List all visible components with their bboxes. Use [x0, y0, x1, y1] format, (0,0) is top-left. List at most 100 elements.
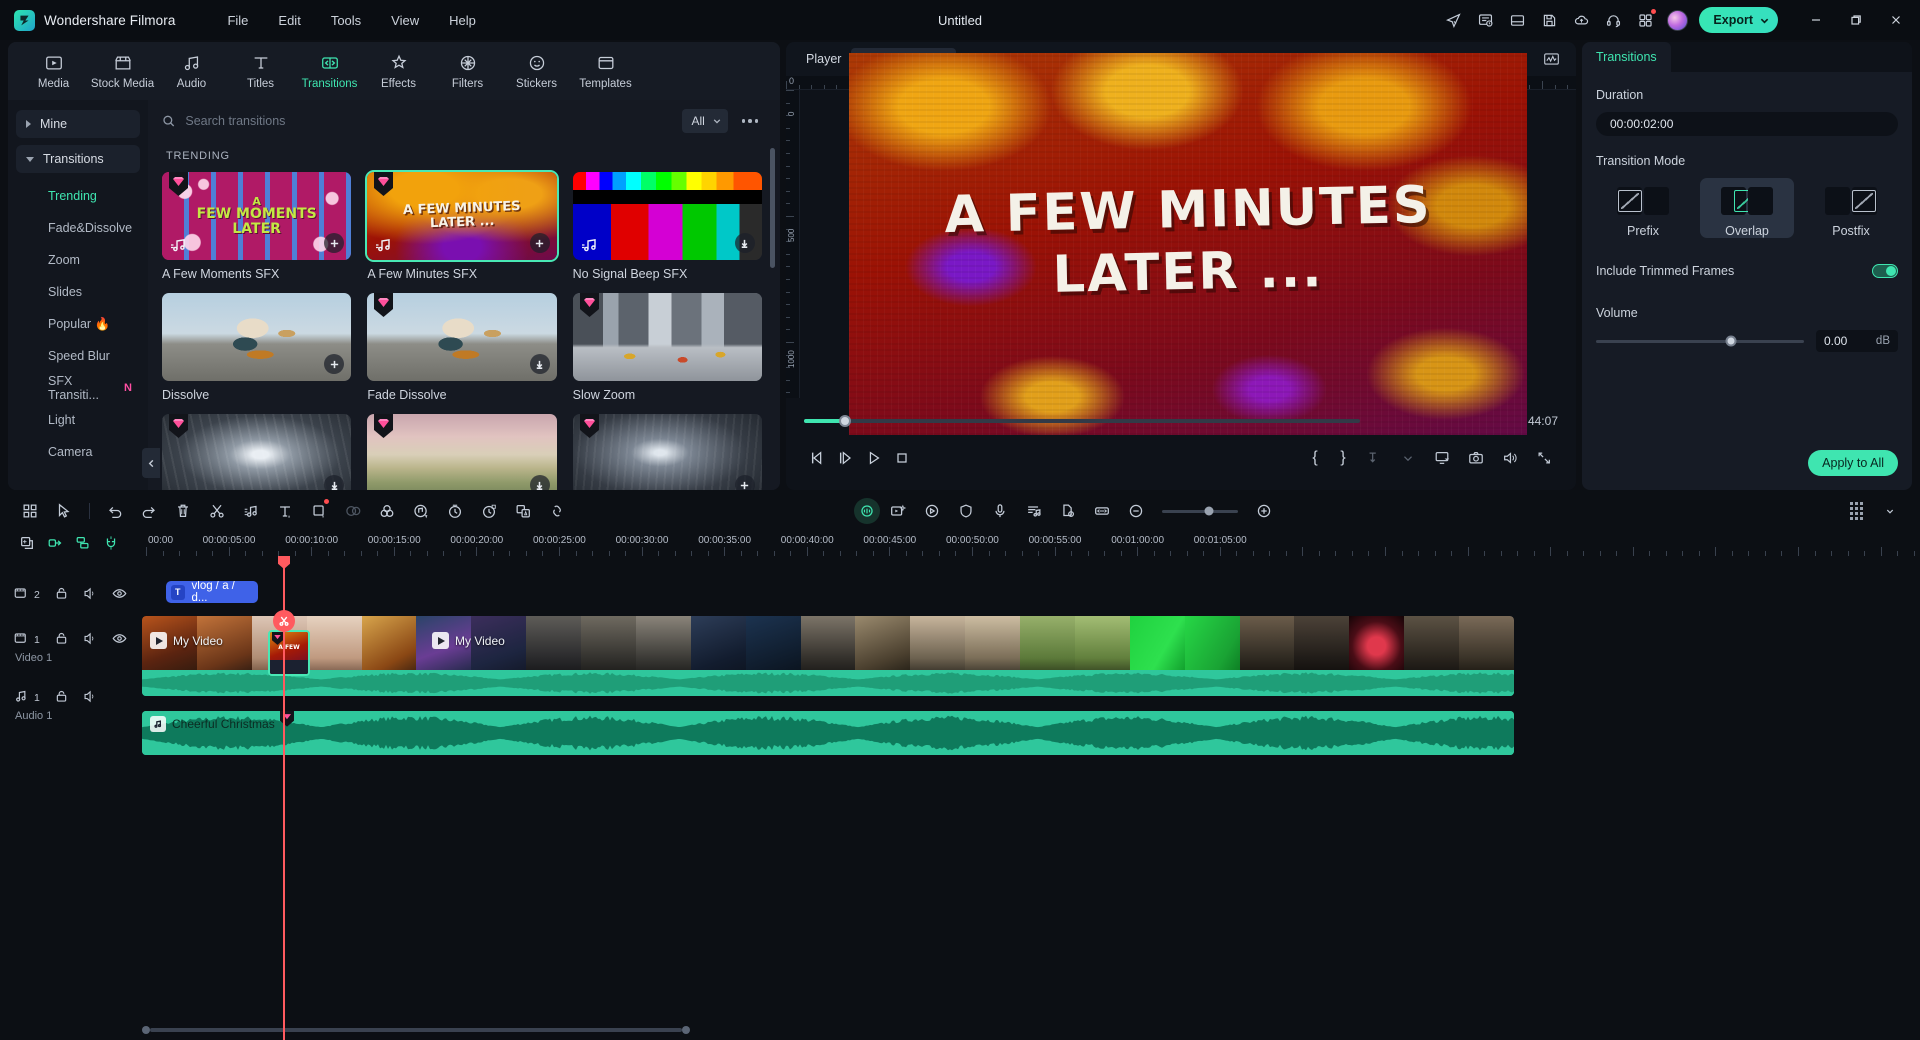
video-clip-thumbnails[interactable] — [142, 616, 1514, 676]
split-scissors-icon[interactable] — [201, 496, 233, 526]
split-marker[interactable] — [273, 610, 295, 632]
mode-postfix[interactable]: Postfix — [1804, 178, 1898, 238]
transition-card[interactable]: A FEW MOMENTS LATER A Few Moments SFX — [162, 172, 352, 281]
mute-icon[interactable] — [83, 689, 98, 707]
transition-card[interactable]: Slow Zoom — [572, 293, 762, 402]
mute-icon[interactable] — [83, 631, 98, 649]
transition-thumbnail[interactable] — [572, 414, 762, 490]
undo-icon[interactable] — [99, 496, 131, 526]
audio-mixer-icon[interactable] — [1018, 496, 1050, 526]
avatar[interactable] — [1667, 9, 1689, 31]
scroll-bar[interactable] — [150, 1028, 682, 1032]
mode-overlap[interactable]: Overlap — [1700, 178, 1794, 238]
transitions-grid-scroll[interactable]: TRENDING A FEW MOMENTS LATER A Few Momen… — [148, 142, 780, 490]
tab-transitions-properties[interactable]: Transitions — [1582, 42, 1671, 72]
timeline-horizontal-scrollbar[interactable] — [142, 1026, 1906, 1034]
seek-bar[interactable] — [804, 415, 1360, 427]
ai-photo-icon[interactable] — [882, 496, 914, 526]
tab-stock-media[interactable]: Stock Media — [91, 48, 154, 94]
menu-edit[interactable]: Edit — [264, 8, 314, 33]
waveform-icon[interactable] — [1540, 48, 1562, 70]
chevron-down-icon[interactable] — [1874, 496, 1906, 526]
zoom-handle[interactable] — [1204, 506, 1214, 516]
eye-icon[interactable] — [112, 631, 127, 649]
support-headset-icon[interactable] — [1598, 5, 1628, 35]
next-frame-icon[interactable] — [832, 444, 860, 472]
transition-card[interactable]: No Signal Beep SFX — [572, 172, 762, 281]
lock-icon[interactable] — [54, 586, 69, 604]
chevron-down-icon[interactable] — [1394, 444, 1422, 472]
sidebar-item-sfx-transitions[interactable]: SFX Transiti... N — [16, 372, 140, 404]
applied-transition-chip[interactable]: A FEW — [268, 630, 310, 676]
sidebar-item-fade-dissolve[interactable]: Fade&Dissolve — [16, 212, 140, 244]
sidebar-item-slides[interactable]: Slides — [16, 276, 140, 308]
fullscreen-icon[interactable] — [1530, 444, 1558, 472]
lock-icon[interactable] — [54, 689, 69, 707]
tab-media[interactable]: Media — [22, 48, 85, 94]
color-wheel-icon[interactable] — [371, 496, 403, 526]
text-clip-body[interactable]: T vlog / a / d... — [166, 581, 258, 603]
sidebar-item-light[interactable]: Light — [16, 404, 140, 436]
mute-icon[interactable] — [83, 586, 98, 604]
transition-thumbnail[interactable] — [367, 293, 557, 381]
eye-icon[interactable] — [112, 586, 127, 604]
transition-thumbnail[interactable] — [572, 172, 762, 260]
zoom-slider[interactable] — [1162, 506, 1238, 516]
restore-button[interactable] — [1836, 0, 1876, 40]
add-transition-button[interactable] — [529, 233, 550, 253]
download-transition-button[interactable] — [734, 233, 755, 253]
project-notes-icon[interactable] — [1470, 5, 1500, 35]
mic-icon[interactable] — [984, 496, 1016, 526]
duration-input[interactable]: 00:00:02:00 — [1596, 112, 1898, 136]
volume-slider[interactable] — [1596, 335, 1804, 347]
prev-frame-icon[interactable] — [804, 444, 832, 472]
scroll-handle-right[interactable] — [682, 1026, 690, 1034]
color-match-icon[interactable] — [337, 496, 369, 526]
tab-templates[interactable]: Templates — [574, 48, 637, 94]
playhead-handle[interactable] — [278, 556, 290, 569]
download-transition-button[interactable] — [529, 354, 550, 374]
sidebar-item-popular[interactable]: Popular 🔥 — [16, 308, 140, 340]
close-button[interactable] — [1876, 0, 1916, 40]
volume-input[interactable]: 0.00 dB — [1816, 330, 1898, 352]
tab-audio[interactable]: Audio — [160, 48, 223, 94]
delete-icon[interactable] — [167, 496, 199, 526]
audio-clip[interactable]: Cheerful Christmas — [142, 711, 1514, 755]
link-icon[interactable] — [42, 531, 68, 555]
add-track-icon[interactable] — [14, 531, 40, 555]
volume-icon[interactable] — [1496, 444, 1524, 472]
video-audio-waveform[interactable] — [142, 670, 1514, 696]
beat-detect-icon[interactable] — [916, 496, 948, 526]
track-density-icon[interactable] — [1840, 496, 1872, 526]
save-icon[interactable] — [1534, 5, 1564, 35]
tab-titles[interactable]: Titles — [229, 48, 292, 94]
transition-card[interactable]: Fade Dissolve — [367, 293, 557, 402]
sidebar-item-zoom[interactable]: Zoom — [16, 244, 140, 276]
group-icon[interactable] — [70, 531, 96, 555]
menu-help[interactable]: Help — [435, 8, 490, 33]
transition-card[interactable]: Fast Zoom in — [162, 414, 352, 490]
menu-file[interactable]: File — [213, 8, 262, 33]
download-transition-button[interactable] — [324, 475, 345, 490]
more-options-button[interactable] — [738, 115, 763, 127]
stop-icon[interactable] — [888, 444, 916, 472]
volume-handle[interactable] — [1725, 335, 1737, 347]
select-tool-icon[interactable] — [48, 496, 80, 526]
library-scrollbar[interactable] — [770, 148, 775, 268]
transition-card[interactable]: Warp Zoom 3 — [572, 414, 762, 490]
grid-view-icon[interactable] — [14, 496, 46, 526]
auto-caption-icon[interactable] — [507, 496, 539, 526]
sidebar-item-speed-blur[interactable]: Speed Blur — [16, 340, 140, 372]
tab-filters[interactable]: Filters — [436, 48, 499, 94]
video-frame[interactable]: A FEW MINUTES LATER ... — [849, 53, 1527, 435]
scroll-handle-left[interactable] — [142, 1026, 150, 1034]
menu-view[interactable]: View — [377, 8, 433, 33]
transition-thumbnail[interactable] — [367, 414, 557, 490]
search-input[interactable] — [185, 114, 672, 128]
transition-card[interactable]: Fast Wipe Left — [367, 414, 557, 490]
redo-icon[interactable] — [133, 496, 165, 526]
send-icon[interactable] — [1438, 5, 1468, 35]
mark-in-brace[interactable]: { — [1304, 449, 1326, 467]
cloud-upload-icon[interactable] — [1566, 5, 1596, 35]
add-transition-button[interactable] — [734, 475, 755, 490]
